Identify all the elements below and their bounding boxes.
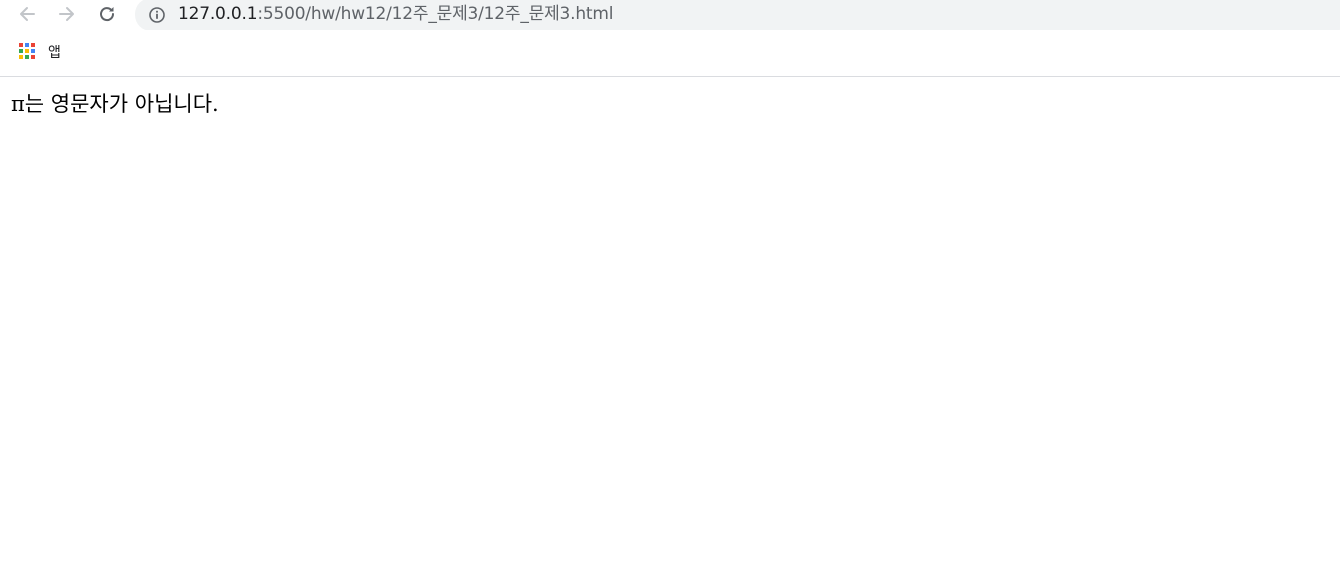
forward-button[interactable] — [52, 0, 82, 28]
bookmarks-bar: 앱 — [0, 30, 1340, 77]
url-path: :5500/hw/hw12/12주_문제3/12주_문제3.html — [257, 4, 614, 24]
result-message: π는 영문자가 아닙니다. — [11, 92, 219, 116]
arrow-right-icon — [59, 7, 74, 21]
info-icon[interactable] — [148, 6, 166, 24]
browser-toolbar: 127.0.0.1:5500/hw/hw12/12주_문제3/12주_문제3.h… — [0, 0, 1340, 31]
url-host: 127.0.0.1 — [178, 4, 258, 24]
arrow-left-icon — [20, 7, 35, 21]
back-button[interactable] — [12, 0, 42, 28]
bookmark-apps-label: 앱 — [48, 45, 61, 61]
apps-grid-icon — [19, 43, 37, 61]
reload-button[interactable] — [92, 0, 122, 28]
bookmark-apps[interactable]: 앱 — [14, 38, 61, 66]
address-bar[interactable]: 127.0.0.1:5500/hw/hw12/12주_문제3/12주_문제3.h… — [135, 0, 1340, 31]
reload-icon — [100, 7, 115, 22]
url-text[interactable]: 127.0.0.1:5500/hw/hw12/12주_문제3/12주_문제3.h… — [178, 4, 613, 24]
